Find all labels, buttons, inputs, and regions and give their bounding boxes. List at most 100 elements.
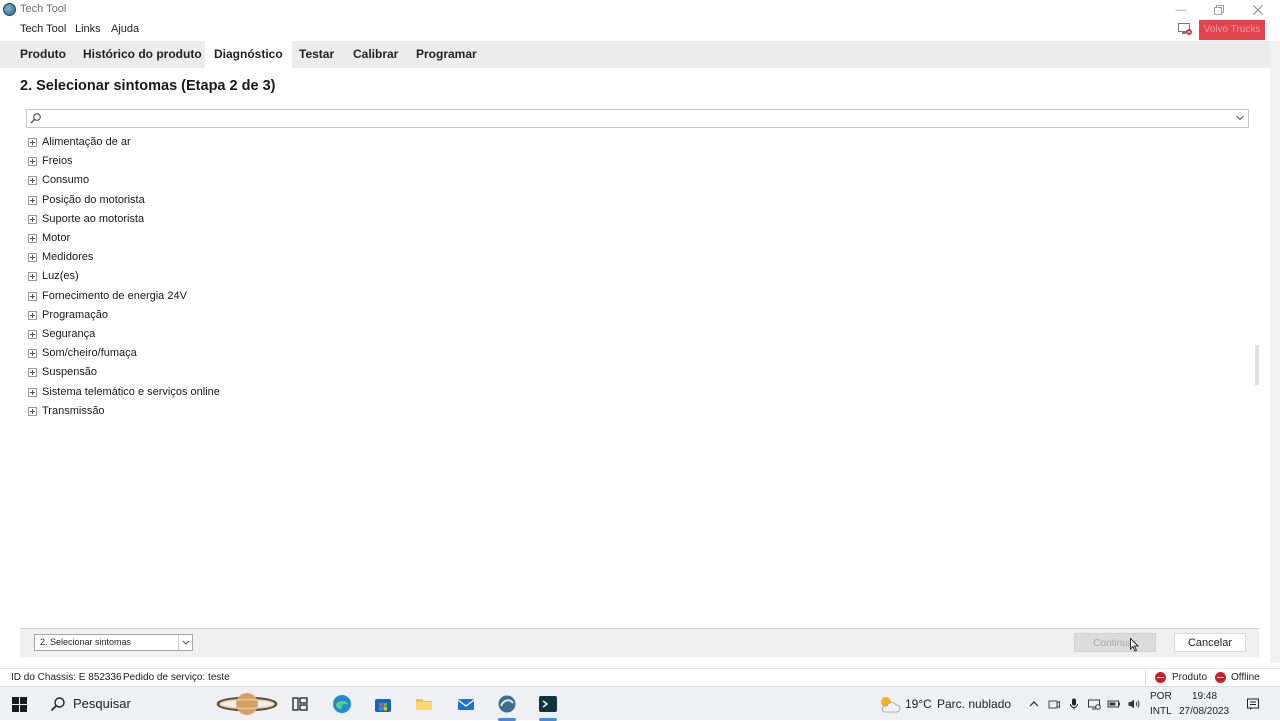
- symptom-tree-item[interactable]: Freios: [26, 153, 426, 171]
- symptom-tree-item[interactable]: Transmissão: [26, 403, 426, 421]
- symptom-tree-item[interactable]: Alimentação de ar: [26, 134, 426, 152]
- main-tab-bar: Produto Histórico do produto Diagnóstico…: [0, 41, 1270, 68]
- keyboard-layout[interactable]: INTL: [1150, 706, 1172, 717]
- content-scroll-thumb[interactable]: [1255, 345, 1259, 385]
- continue-button[interactable]: Continuar: [1074, 633, 1156, 652]
- symptom-label: Consumo: [42, 174, 90, 187]
- minimize-icon[interactable]: —: [1173, 2, 1189, 18]
- symptom-label: Medidores: [42, 251, 94, 264]
- expand-plus-icon[interactable]: [28, 138, 37, 147]
- volume-icon[interactable]: [1127, 697, 1141, 711]
- expand-plus-icon[interactable]: [28, 291, 37, 301]
- menu-links[interactable]: Links: [75, 23, 101, 35]
- service-order: Pedido de serviço: teste: [123, 672, 230, 683]
- chevron-up-icon[interactable]: [1027, 697, 1041, 711]
- notifications-icon[interactable]: [1246, 697, 1260, 711]
- restore-icon[interactable]: [1211, 2, 1227, 18]
- clock-date[interactable]: 27/08/2023: [1179, 706, 1229, 717]
- symptom-tree-item[interactable]: Suporte ao motorista: [26, 211, 426, 229]
- chevron-down-icon[interactable]: [1235, 113, 1245, 123]
- window-scrollbar[interactable]: [1270, 41, 1280, 663]
- tab-testar[interactable]: Testar: [290, 41, 343, 68]
- symptom-label: Programação: [42, 308, 109, 321]
- weather-partly-cloudy-icon[interactable]: [877, 694, 901, 714]
- saturn-highlight-icon[interactable]: [216, 689, 278, 719]
- menu-help[interactable]: Ajuda: [111, 23, 139, 35]
- symptom-tree-item[interactable]: Fornecimento de energia 24V: [26, 288, 426, 306]
- chassis-id: ID do Chassis: E 852336: [11, 672, 122, 683]
- taskbar-search-icon[interactable]: [50, 696, 66, 712]
- symptom-search-box[interactable]: [26, 109, 1249, 128]
- symptom-tree-item[interactable]: Consumo: [26, 172, 426, 190]
- symptom-tree-item[interactable]: Motor: [26, 230, 426, 248]
- page-title: 2. Selecionar sintomas (Etapa 2 de 3): [20, 78, 276, 94]
- status-bar: ID do Chassis: E 852336 Pedido de serviç…: [0, 668, 1280, 686]
- expand-plus-icon[interactable]: [28, 234, 37, 243]
- step-select-value: 2. Selecionar sintomas: [40, 637, 132, 647]
- symptom-tree-item[interactable]: Posição do motorista: [26, 192, 426, 210]
- expand-plus-icon[interactable]: [28, 253, 37, 263]
- tab-historico[interactable]: Histórico do produto: [74, 41, 211, 68]
- microphone-icon[interactable]: [1067, 697, 1081, 711]
- taskbar-search-input[interactable]: Pesquisar: [73, 696, 131, 711]
- symptom-label: Sistema telemático e serviços online: [42, 385, 220, 398]
- status-divider: [1145, 671, 1146, 685]
- symptom-label: Motor: [42, 232, 71, 244]
- tab-programar[interactable]: Programar: [407, 41, 486, 68]
- tab-produto[interactable]: Produto: [11, 41, 75, 68]
- title-bar: Tech Tool —: [0, 0, 1280, 20]
- offline-status-icon: [1215, 672, 1226, 683]
- terminal-app-icon[interactable]: [538, 694, 558, 714]
- expand-plus-icon[interactable]: [28, 157, 37, 167]
- keyboard-language[interactable]: POR: [1150, 691, 1172, 702]
- expand-plus-icon[interactable]: [28, 406, 37, 416]
- mouse-cursor-icon: [1130, 638, 1139, 652]
- cancel-button[interactable]: Cancelar: [1174, 633, 1246, 652]
- expand-plus-icon[interactable]: [28, 195, 37, 205]
- network-icon[interactable]: [1087, 697, 1101, 711]
- battery-icon[interactable]: [1107, 697, 1121, 711]
- tab-diagnostico[interactable]: Diagnóstico: [205, 41, 292, 68]
- symptom-label: Freios: [42, 155, 73, 168]
- tab-calibrar[interactable]: Calibrar: [344, 41, 407, 68]
- symptom-search-input[interactable]: [45, 111, 1225, 126]
- close-icon[interactable]: [1250, 2, 1266, 18]
- expand-plus-icon[interactable]: [28, 387, 37, 397]
- chevron-down-icon[interactable]: [178, 635, 192, 650]
- symptom-label: Segurança: [42, 328, 96, 340]
- expand-plus-icon[interactable]: [28, 310, 37, 320]
- file-explorer-icon[interactable]: [414, 694, 434, 714]
- weather-temperature: 19°C: [905, 697, 932, 711]
- step-select[interactable]: 2. Selecionar sintomas: [34, 634, 193, 651]
- volvo-trucks-button[interactable]: Volvo Trucks: [1199, 20, 1265, 40]
- symptom-tree-item[interactable]: Suspensão: [26, 364, 426, 382]
- symptom-label: Suporte ao motorista: [42, 212, 145, 225]
- expand-plus-icon[interactable]: [28, 272, 37, 282]
- microsoft-store-icon[interactable]: [373, 694, 393, 714]
- expand-plus-icon[interactable]: [28, 349, 37, 359]
- tech-tool-taskbar-icon[interactable]: [497, 694, 517, 714]
- weather-description: Parc. nublado: [937, 697, 1012, 711]
- symptom-tree-item[interactable]: Som/cheiro/fumaça: [26, 345, 426, 363]
- symptom-label: Suspensão: [42, 366, 98, 379]
- symptom-tree-item[interactable]: Luz(es): [26, 268, 426, 286]
- menu-tech-tool[interactable]: Tech Tool: [20, 23, 66, 35]
- clock-time[interactable]: 19:48: [1192, 691, 1217, 702]
- symptom-tree-item[interactable]: Sistema telemático e serviços online: [26, 384, 426, 402]
- symptom-tree-item[interactable]: Medidores: [26, 249, 426, 267]
- expand-plus-icon[interactable]: [28, 368, 37, 378]
- symptom-label: Posição do motorista: [42, 193, 145, 206]
- tech-tool-window: Tech Tool — Tech Tool Links Ajuda Volvo …: [0, 0, 1280, 686]
- menu-bar: Tech Tool Links Ajuda: [0, 20, 1280, 41]
- task-view-icon[interactable]: [290, 694, 310, 714]
- mail-icon[interactable]: [456, 694, 476, 714]
- expand-plus-icon[interactable]: [28, 330, 37, 339]
- windows-start-icon[interactable]: [12, 697, 27, 712]
- symptom-tree-item[interactable]: Segurança: [26, 326, 426, 344]
- expand-plus-icon[interactable]: [28, 176, 37, 186]
- symptom-tree-item[interactable]: Programação: [26, 307, 426, 325]
- connection-alert-icon[interactable]: [1178, 23, 1192, 36]
- camera-tray-icon[interactable]: [1047, 697, 1061, 711]
- edge-browser-icon[interactable]: [332, 694, 352, 714]
- expand-plus-icon[interactable]: [28, 214, 37, 224]
